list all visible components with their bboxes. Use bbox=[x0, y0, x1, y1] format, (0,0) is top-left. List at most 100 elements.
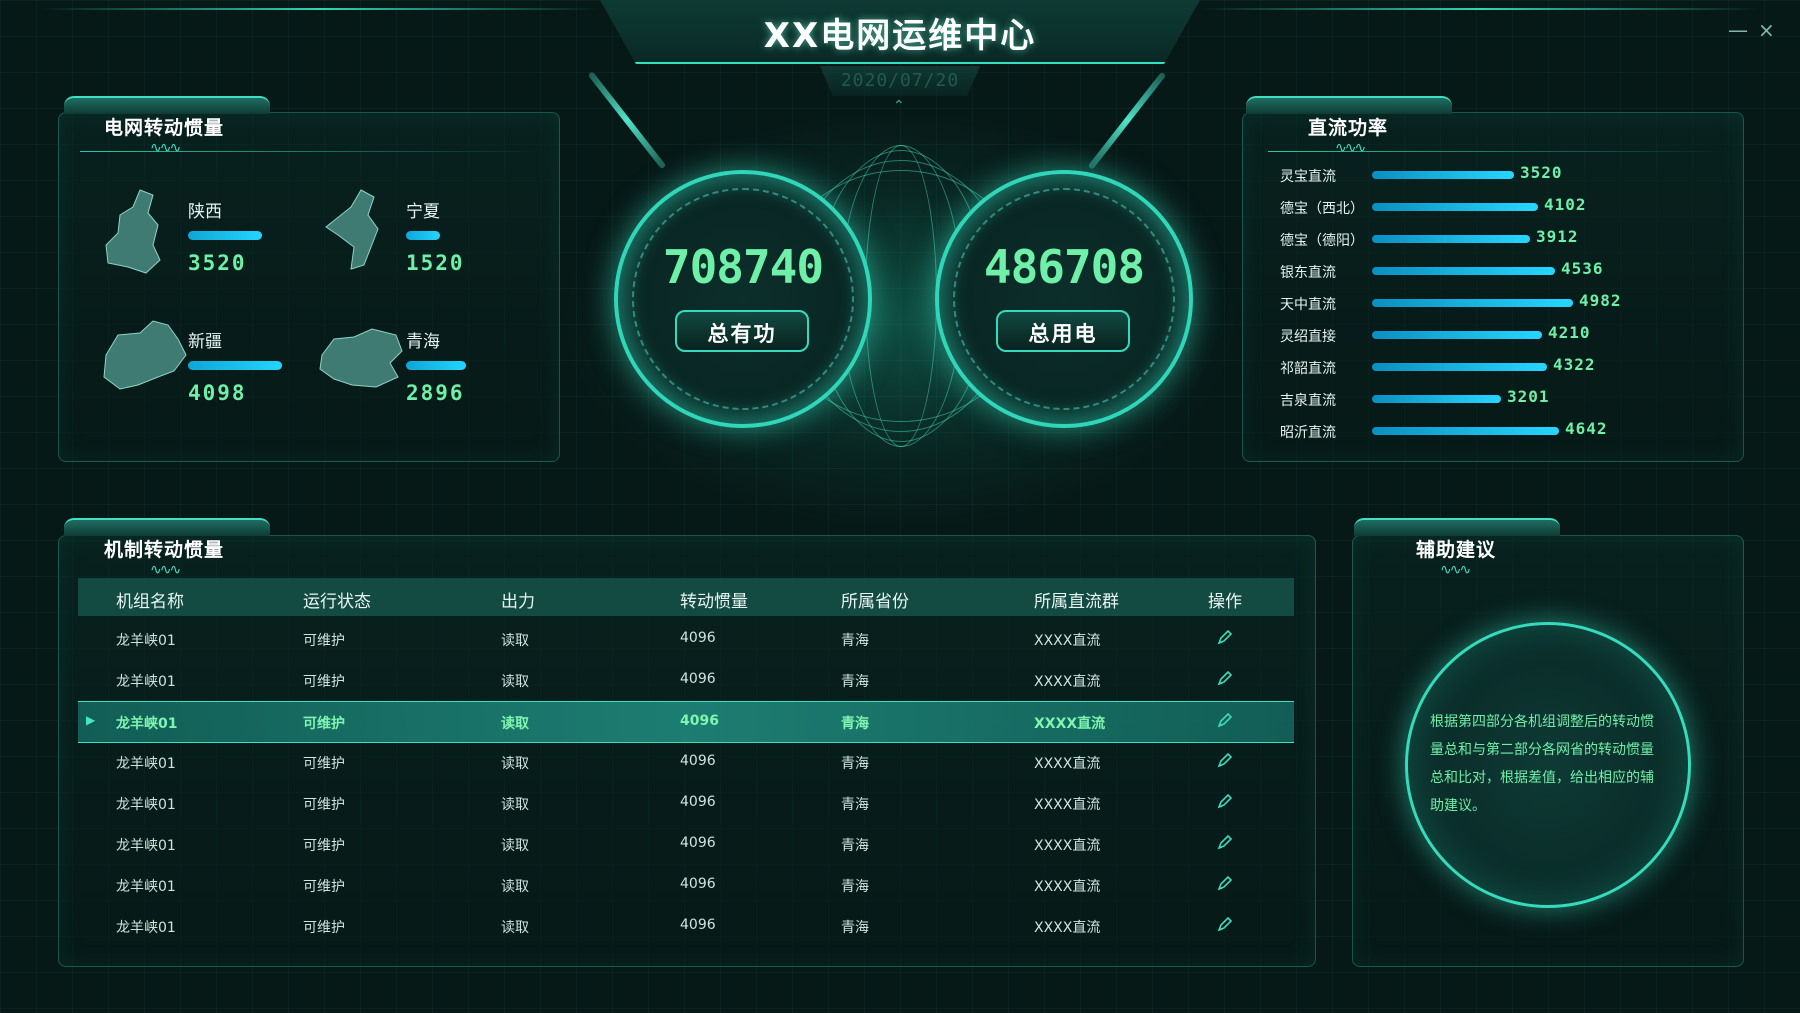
edit-icon[interactable] bbox=[1216, 628, 1234, 646]
province-bar bbox=[406, 231, 440, 240]
active-power-label-box: 总有功 bbox=[675, 310, 809, 352]
table-cell: XXXX直流 bbox=[1034, 879, 1101, 895]
province-tile[interactable]: 陕西 3520 bbox=[98, 185, 298, 295]
edit-icon[interactable] bbox=[1216, 874, 1234, 892]
gauge-ring bbox=[953, 188, 1175, 410]
power-use-label-box: 总用电 bbox=[996, 310, 1130, 352]
province-bar bbox=[188, 231, 262, 240]
column-header[interactable]: 操作 bbox=[1208, 587, 1242, 612]
table-cell: 青海 bbox=[841, 797, 869, 813]
edit-icon[interactable] bbox=[1216, 833, 1234, 851]
active-power-label: 总有功 bbox=[707, 322, 777, 346]
table-row[interactable]: 龙羊峡01 可维护 读取 4096 青海 XXXX直流 bbox=[78, 660, 1294, 700]
dc-power-row[interactable]: 天中直流 4982 bbox=[1280, 291, 1710, 315]
table-row[interactable]: 龙羊峡01 可维护 读取 4096 青海 XXXX直流 bbox=[78, 865, 1294, 905]
table-cell: 可维护 bbox=[303, 920, 345, 936]
table-row[interactable]: 龙羊峡01 可维护 读取 4096 青海 XXXX直流 bbox=[78, 824, 1294, 864]
province-value: 3520 bbox=[188, 251, 247, 275]
province-bar bbox=[406, 361, 466, 370]
dc-power-row[interactable]: 灵宝直流 3520 bbox=[1280, 163, 1710, 187]
table-cell: 青海 bbox=[841, 716, 869, 732]
dc-power-name: 昭沂直流 bbox=[1280, 425, 1336, 441]
panel-tab bbox=[64, 518, 270, 536]
shaanxi-map-icon bbox=[105, 189, 161, 274]
qinghai-map-icon bbox=[319, 328, 403, 388]
chevron-up-icon[interactable]: ⌃ bbox=[893, 98, 905, 114]
dc-power-bar bbox=[1372, 235, 1530, 243]
dc-power-value: 4642 bbox=[1565, 419, 1608, 438]
province-tile[interactable]: 新疆 4098 bbox=[98, 315, 298, 425]
province-tile[interactable]: 青海 2896 bbox=[316, 315, 516, 425]
column-header[interactable]: 转动惯量 bbox=[680, 587, 748, 612]
dc-power-row[interactable]: 祁韶直流 4322 bbox=[1280, 355, 1710, 379]
active-power-gauge[interactable] bbox=[614, 170, 872, 428]
dc-power-row[interactable]: 德宝（德阳） 3912 bbox=[1280, 227, 1710, 251]
table-cell: 读取 bbox=[501, 920, 529, 936]
active-power-value: 708740 bbox=[662, 240, 824, 294]
dc-power-bar bbox=[1372, 363, 1547, 371]
table-cell: 龙羊峡01 bbox=[116, 797, 176, 813]
edit-icon[interactable] bbox=[1216, 711, 1234, 729]
close-button[interactable]: × bbox=[1758, 18, 1775, 42]
advice-text: 根据第四部分各机组调整后的转动惯量总和与第二部分各网省的转动惯量总和比对，根据差… bbox=[1430, 714, 1654, 814]
header-left-line bbox=[40, 8, 600, 10]
table-header: 机组名称 运行状态 出力 转动惯量 所属省份 所属直流群 操作 bbox=[78, 578, 1294, 616]
edit-icon[interactable] bbox=[1216, 915, 1234, 933]
dc-power-value: 4536 bbox=[1561, 259, 1604, 278]
ningxia-map-icon bbox=[325, 189, 379, 270]
dc-power-name: 吉泉直流 bbox=[1280, 393, 1336, 409]
power-use-gauge[interactable] bbox=[935, 170, 1193, 428]
dc-power-bar bbox=[1372, 203, 1538, 211]
power-use-value: 486708 bbox=[983, 240, 1145, 294]
table-cell: 龙羊峡01 bbox=[116, 879, 176, 895]
dc-power-row[interactable]: 吉泉直流 3201 bbox=[1280, 387, 1710, 411]
dc-power-value: 3912 bbox=[1536, 227, 1579, 246]
table-cell: XXXX直流 bbox=[1034, 633, 1101, 649]
selected-row-arrow-icon: ▶ bbox=[86, 713, 96, 727]
column-header[interactable]: 运行状态 bbox=[303, 587, 371, 612]
column-header[interactable]: 出力 bbox=[501, 587, 535, 612]
table-row[interactable]: 龙羊峡01 可维护 读取 4096 青海 XXXX直流 bbox=[78, 906, 1294, 946]
dc-power-row[interactable]: 灵绍直接 4210 bbox=[1280, 323, 1710, 347]
column-header[interactable]: 所属直流群 bbox=[1034, 587, 1119, 612]
dc-power-name: 灵绍直接 bbox=[1280, 329, 1336, 345]
province-tile[interactable]: 宁夏 1520 bbox=[316, 185, 516, 295]
table-cell: XXXX直流 bbox=[1034, 838, 1101, 854]
table-cell: XXXX直流 bbox=[1034, 674, 1101, 690]
edit-icon[interactable] bbox=[1216, 792, 1234, 810]
dc-power-row[interactable]: 德宝（西北） 4102 bbox=[1280, 195, 1710, 219]
table-cell: 可维护 bbox=[303, 756, 345, 772]
table-cell: 读取 bbox=[501, 716, 529, 732]
table-row[interactable]: 龙羊峡01 可维护 读取 4096 青海 XXXX直流 bbox=[78, 742, 1294, 782]
table-row[interactable]: 龙羊峡01 可维护 读取 4096 青海 XXXX直流 bbox=[78, 783, 1294, 823]
dc-power-row[interactable]: 昭沂直流 4642 bbox=[1280, 419, 1710, 443]
table-cell: 可维护 bbox=[303, 879, 345, 895]
minimize-button[interactable]: — bbox=[1728, 18, 1748, 42]
edit-icon[interactable] bbox=[1216, 669, 1234, 687]
table-cell: 读取 bbox=[501, 756, 529, 772]
table-cell: 读取 bbox=[501, 838, 529, 854]
table-cell: 青海 bbox=[841, 838, 869, 854]
column-header[interactable]: 机组名称 bbox=[116, 587, 184, 612]
grid-inertia-title: 电网转动惯量 bbox=[104, 117, 225, 139]
province-name: 宁夏 bbox=[406, 202, 440, 222]
column-header[interactable]: 所属省份 bbox=[841, 587, 909, 612]
wave-icon: ∿∿∿ bbox=[1440, 562, 1471, 578]
table-cell: 青海 bbox=[841, 879, 869, 895]
province-bar bbox=[188, 361, 282, 370]
edit-icon[interactable] bbox=[1216, 751, 1234, 769]
gauge-ring bbox=[632, 188, 854, 410]
table-cell: 4096 bbox=[680, 753, 716, 769]
table-cell: 青海 bbox=[841, 633, 869, 649]
table-cell: 读取 bbox=[501, 674, 529, 690]
table-cell: XXXX直流 bbox=[1034, 716, 1106, 732]
table-row[interactable]: 龙羊峡01 可维护 读取 4096 青海 XXXX直流 bbox=[78, 701, 1294, 743]
date-label: 2020/07/20 bbox=[840, 70, 960, 91]
table-cell: 可维护 bbox=[303, 674, 345, 690]
dc-power-row[interactable]: 银东直流 4536 bbox=[1280, 259, 1710, 283]
province-name: 新疆 bbox=[188, 332, 222, 352]
table-cell: 4096 bbox=[680, 876, 716, 892]
table-row[interactable]: 龙羊峡01 可维护 读取 4096 青海 XXXX直流 bbox=[78, 619, 1294, 659]
dc-power-bar bbox=[1372, 331, 1542, 339]
province-name: 青海 bbox=[406, 332, 440, 352]
